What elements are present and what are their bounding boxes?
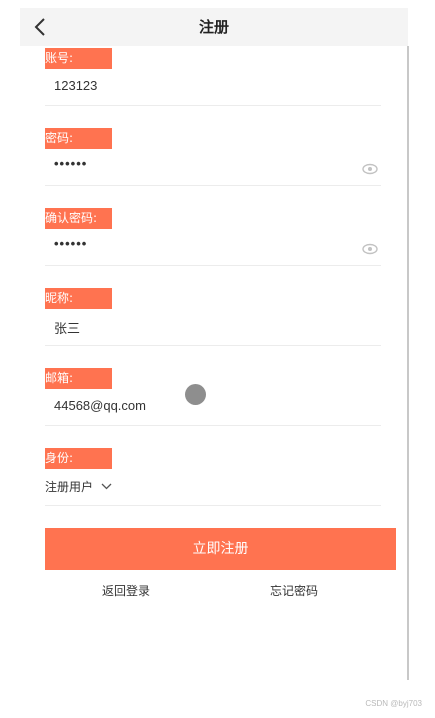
scroll-edge xyxy=(407,46,409,680)
eye-icon[interactable] xyxy=(362,243,378,255)
account-label: 账号: xyxy=(45,48,112,69)
password-field: 密码: •••••• xyxy=(45,128,381,186)
back-to-login-link[interactable]: 返回登录 xyxy=(102,582,150,599)
nickname-label: 昵称: xyxy=(45,288,112,309)
eye-icon[interactable] xyxy=(362,163,378,175)
divider xyxy=(45,505,381,506)
confirm-password-input[interactable]: •••••• xyxy=(54,236,87,251)
role-select[interactable]: 注册用户 xyxy=(45,478,112,495)
password-label: 密码: xyxy=(45,128,112,149)
touch-indicator xyxy=(185,384,206,405)
page-title: 注册 xyxy=(198,18,229,36)
divider xyxy=(45,265,381,266)
confirm-password-label: 确认密码: xyxy=(45,208,112,229)
chevron-down-icon xyxy=(101,483,112,490)
nickname-input[interactable]: 张三 xyxy=(54,318,80,337)
account-input[interactable]: 123123 xyxy=(54,78,97,93)
app-header: 注册 xyxy=(20,8,408,46)
nickname-field: 昵称: 张三 xyxy=(45,288,381,346)
password-input[interactable]: •••••• xyxy=(54,156,87,171)
email-field: 邮箱: 44568@qq.com xyxy=(45,368,381,426)
divider xyxy=(45,345,381,346)
email-label: 邮箱: xyxy=(45,368,112,389)
watermark: CSDN @byj703 xyxy=(365,699,422,708)
role-field: 身份: 注册用户 xyxy=(45,448,381,506)
divider xyxy=(45,185,381,186)
register-button[interactable]: 立即注册 xyxy=(45,528,396,570)
confirm-password-field: 确认密码: •••••• xyxy=(45,208,381,266)
account-field: 账号: 123123 xyxy=(45,48,381,106)
role-label: 身份: xyxy=(45,448,112,469)
divider xyxy=(45,425,381,426)
forgot-password-link[interactable]: 忘记密码 xyxy=(270,582,318,599)
role-select-value: 注册用户 xyxy=(45,480,94,494)
email-input[interactable]: 44568@qq.com xyxy=(54,398,146,413)
divider xyxy=(45,105,381,106)
